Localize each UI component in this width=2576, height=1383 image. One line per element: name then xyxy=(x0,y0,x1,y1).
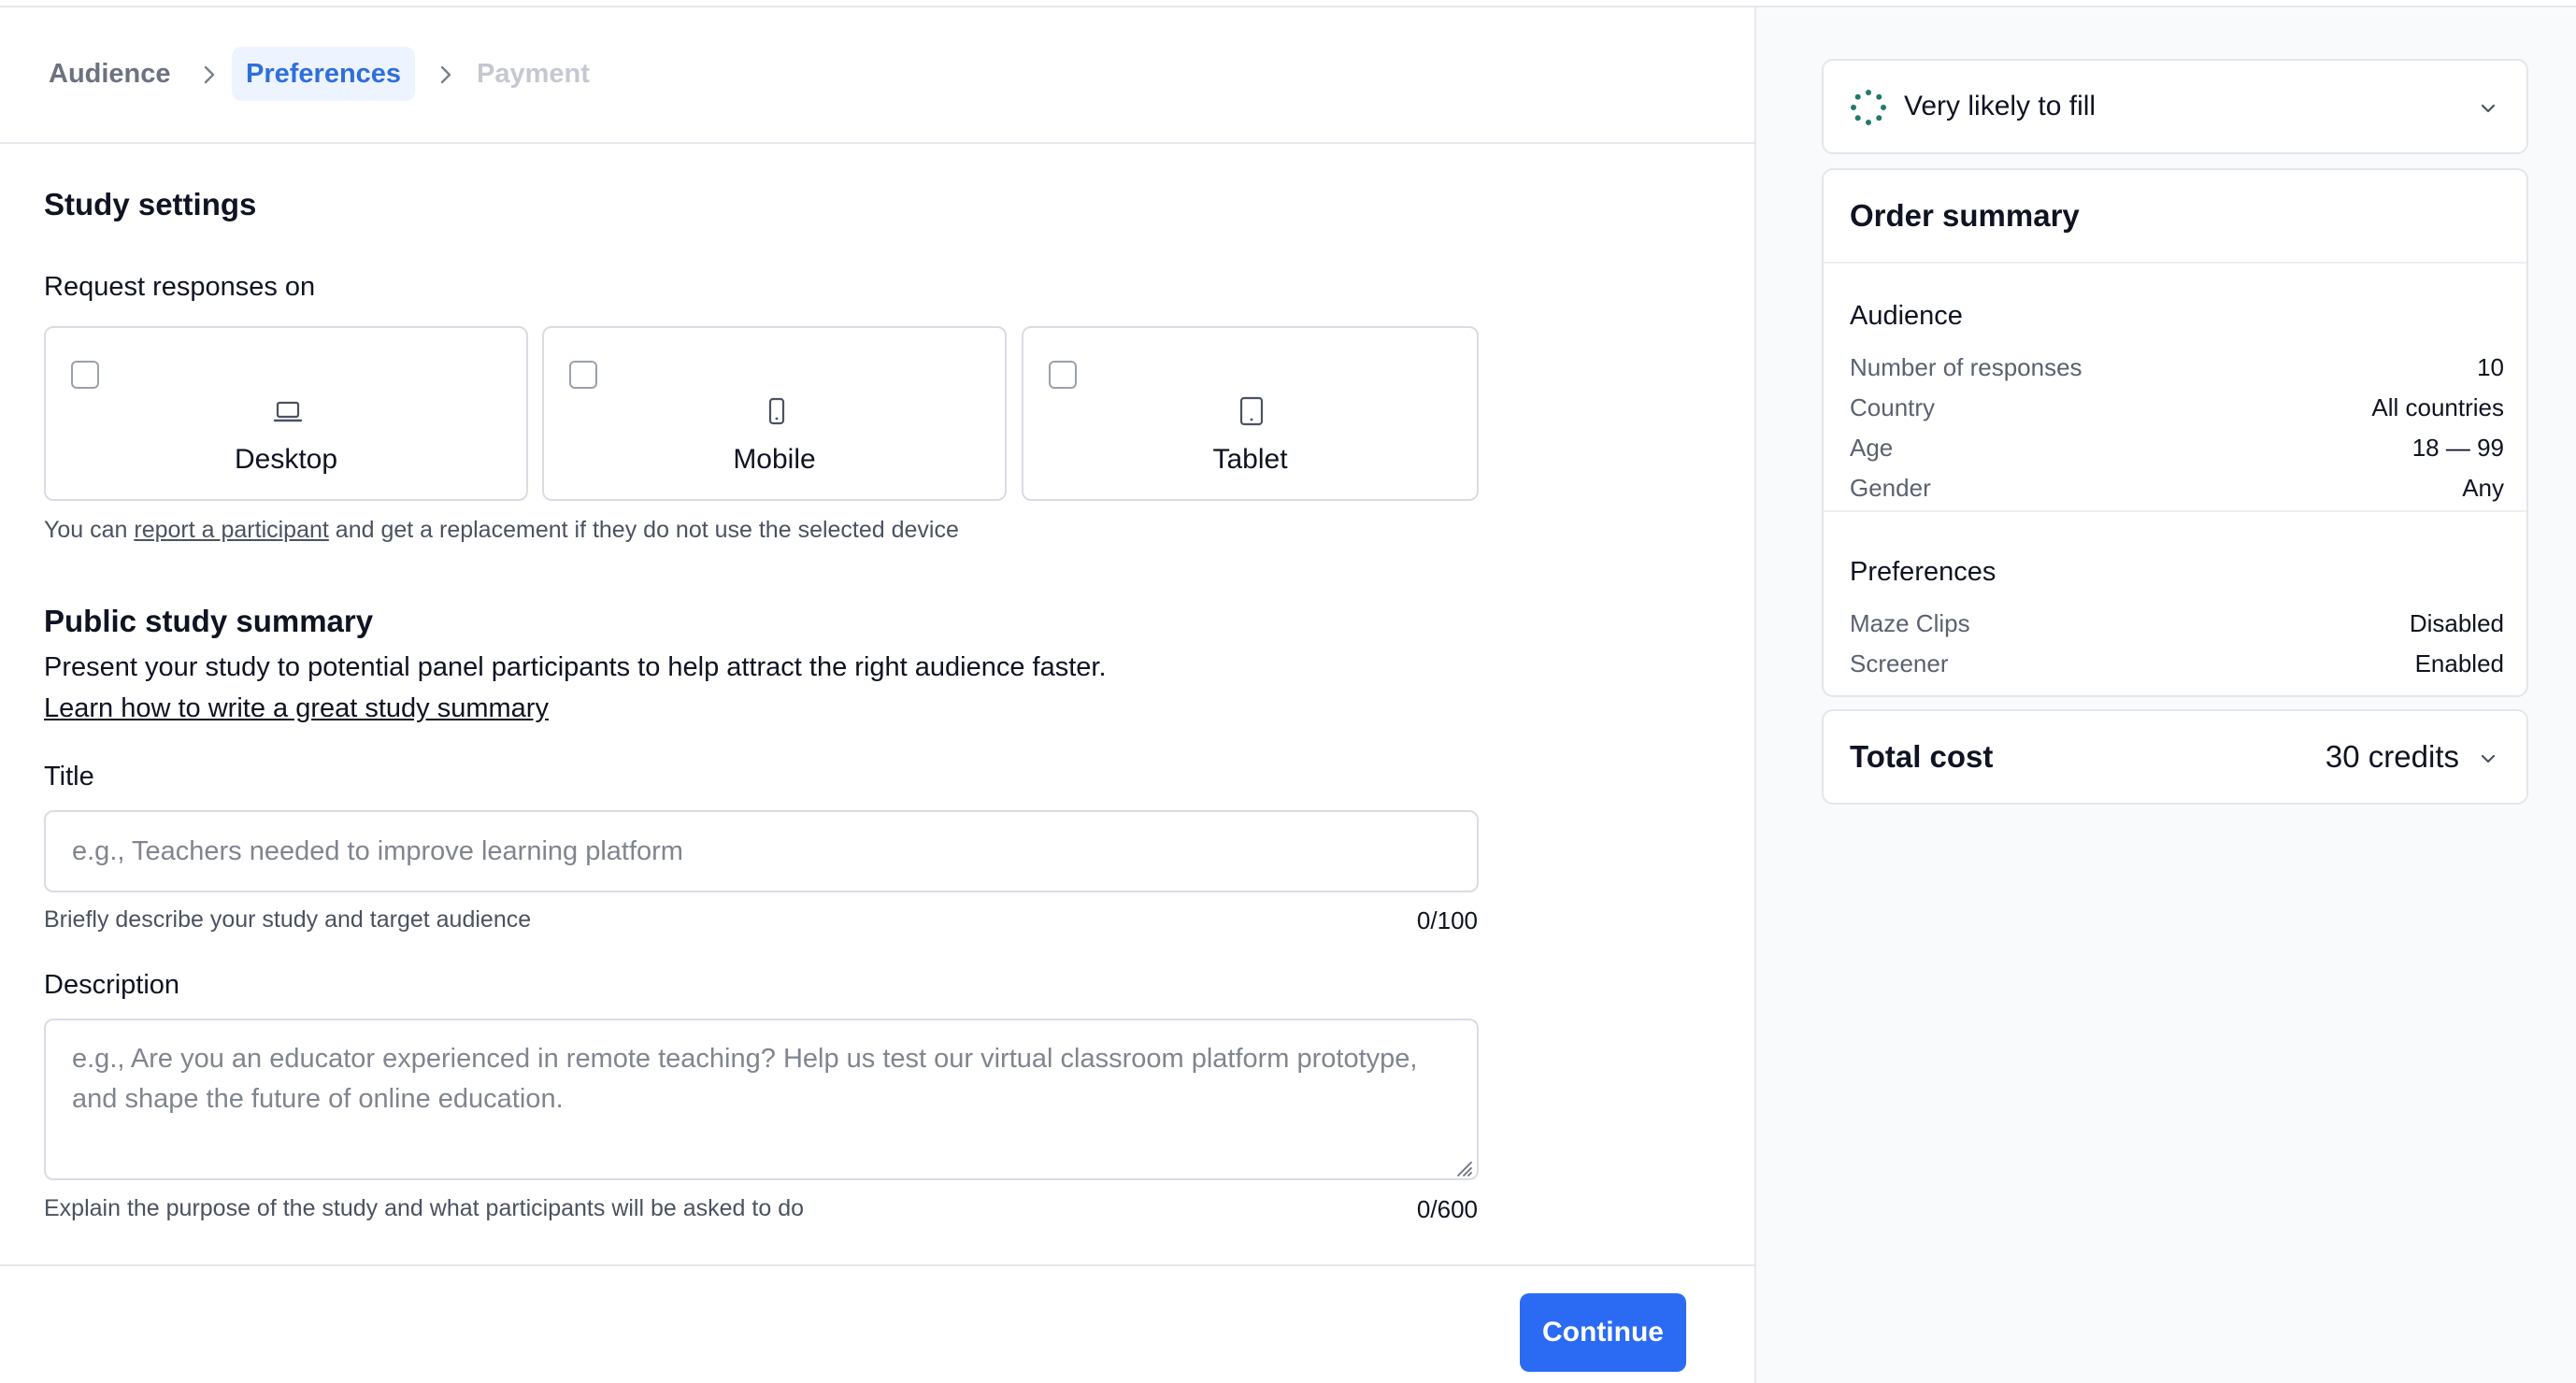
total-cost-dropdown[interactable]: Total cost 30 credits xyxy=(1822,709,2528,805)
order-summary-card: Order summary Audience Number of respons… xyxy=(1822,168,2528,697)
device-option-mobile[interactable]: Mobile xyxy=(542,326,1007,501)
chevron-right-icon xyxy=(435,64,457,86)
summary-value: Enabled xyxy=(2414,649,2504,677)
order-summary-title: Order summary xyxy=(1850,198,2080,233)
main-panel: Audience Preferences Payment Study setti… xyxy=(0,7,1754,1383)
preferences-heading: Preferences xyxy=(1850,557,1996,587)
summary-value: All countries xyxy=(2371,393,2504,421)
summary-key: Age xyxy=(1850,434,1894,462)
report-participant-link[interactable]: report a participant xyxy=(134,517,328,543)
total-cost-value: 30 credits xyxy=(2325,739,2459,774)
title-counter: 0/100 xyxy=(1416,906,1478,934)
summary-key: Country xyxy=(1850,393,1936,421)
device-label-mobile: Mobile xyxy=(733,444,816,475)
fill-status-text: Very likely to fill xyxy=(1904,91,2097,121)
summary-divider xyxy=(1824,510,2526,512)
total-cost-label: Total cost xyxy=(1850,739,1994,774)
fill-status-icon xyxy=(1850,89,1887,126)
device-option-desktop[interactable]: Desktop xyxy=(44,326,528,501)
continue-button[interactable]: Continue xyxy=(1520,1293,1686,1372)
summary-key: Maze Clips xyxy=(1850,609,1970,637)
summary-row: Age 18 — 99 xyxy=(1850,434,2504,471)
desktop-checkbox[interactable] xyxy=(71,361,99,389)
fill-likelihood-dropdown[interactable]: Very likely to fill xyxy=(1822,59,2528,154)
device-label-tablet: Tablet xyxy=(1212,444,1288,475)
breadcrumb-step-preferences[interactable]: Preferences xyxy=(232,47,416,101)
description-counter: 0/600 xyxy=(1416,1195,1478,1223)
tablet-icon xyxy=(1236,395,1267,427)
chevron-down-icon xyxy=(2478,749,2498,769)
summary-row: Country All countries xyxy=(1850,393,2504,431)
learn-summary-link[interactable]: Learn how to write a great study summary xyxy=(44,693,549,724)
device-hint: You can report a participant and get a r… xyxy=(44,517,959,544)
device-label-desktop: Desktop xyxy=(234,444,338,475)
device-option-tablet[interactable]: Tablet xyxy=(1022,326,1479,501)
footer-divider xyxy=(0,1264,1754,1266)
chevron-right-icon xyxy=(198,64,221,86)
description-field-label: Description xyxy=(44,970,180,1000)
summary-value: 18 — 99 xyxy=(2411,434,2504,462)
summary-key: Number of responses xyxy=(1850,353,2082,381)
summary-row: Screener Enabled xyxy=(1850,649,2504,687)
summary-value: Any xyxy=(2462,474,2504,502)
summary-value: 10 xyxy=(2477,353,2504,381)
study-settings-title: Study settings xyxy=(44,187,257,221)
summary-value: Disabled xyxy=(2409,609,2504,637)
breadcrumb-step-audience[interactable]: Audience xyxy=(49,47,171,101)
breadcrumb: Audience Preferences Payment xyxy=(0,7,1754,144)
public-summary-description: Present your study to potential panel pa… xyxy=(44,652,1107,682)
breadcrumb-step-payment: Payment xyxy=(477,59,590,89)
summary-row: Number of responses 10 xyxy=(1850,353,2504,391)
description-textarea[interactable] xyxy=(44,1019,1479,1180)
order-sidebar: Very likely to fill Order summary Audien… xyxy=(1754,7,2576,1383)
summary-key: Gender xyxy=(1850,474,1931,502)
hint-prefix: You can xyxy=(44,517,135,543)
laptop-icon xyxy=(272,395,304,427)
tablet-checkbox[interactable] xyxy=(1049,361,1077,389)
top-border xyxy=(0,0,2576,7)
public-summary-title: Public study summary xyxy=(44,604,374,638)
summary-key: Screener xyxy=(1850,649,1949,677)
mobile-icon xyxy=(761,395,793,427)
hint-suffix: and get a replacement if they do not use… xyxy=(328,517,959,543)
summary-row: Maze Clips Disabled xyxy=(1850,609,2504,647)
chevron-down-icon xyxy=(2478,98,2498,119)
description-helper: Explain the purpose of the study and wha… xyxy=(44,1195,805,1221)
resize-handle-icon[interactable] xyxy=(1454,1159,1473,1177)
title-input[interactable] xyxy=(44,810,1479,892)
summary-row: Gender Any xyxy=(1850,474,2504,511)
request-responses-label: Request responses on xyxy=(44,272,316,302)
audience-heading: Audience xyxy=(1850,301,1963,331)
order-summary-header: Order summary xyxy=(1824,170,2526,264)
title-helper: Briefly describe your study and target a… xyxy=(44,906,532,933)
mobile-checkbox[interactable] xyxy=(569,361,597,389)
title-field-label: Title xyxy=(44,762,94,791)
